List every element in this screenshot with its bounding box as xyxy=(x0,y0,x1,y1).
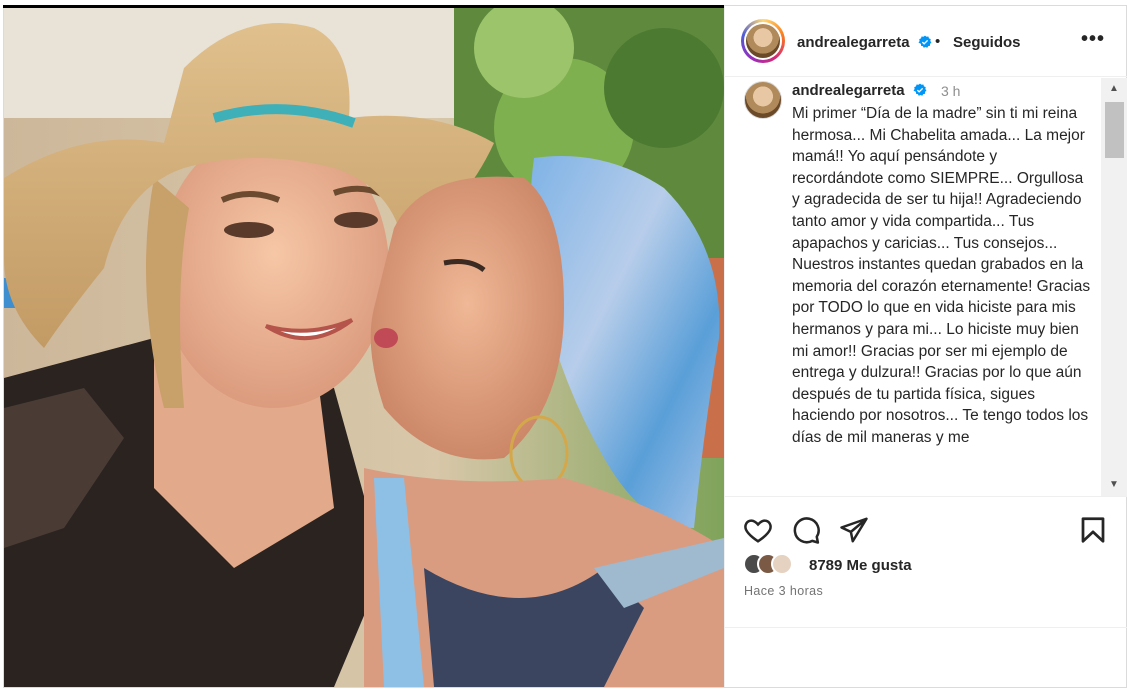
caption-scrollbar[interactable]: ▲ ▼ xyxy=(1101,78,1127,496)
verified-badge-icon xyxy=(913,83,927,96)
likes-label[interactable]: Me gusta xyxy=(847,557,912,574)
comment-area xyxy=(725,627,1127,687)
paper-plane-icon[interactable] xyxy=(839,515,869,545)
caption-username[interactable]: andrealegarreta xyxy=(792,82,927,99)
likes-count[interactable]: 8789 Me gusta xyxy=(809,557,912,574)
bookmark-icon[interactable] xyxy=(1078,515,1108,545)
scrollbar-thumb[interactable] xyxy=(1105,102,1124,158)
post-photo[interactable] xyxy=(4,8,724,687)
post-header: andrealegarreta • Seguidos ••• xyxy=(725,6,1127,77)
likes-number[interactable]: 8789 xyxy=(809,557,842,574)
avatar xyxy=(746,24,780,58)
header-separator: • xyxy=(935,33,941,50)
post-sidebar: andrealegarreta • Seguidos ••• andrealeg… xyxy=(724,6,1127,687)
avatar-frame xyxy=(744,22,782,60)
caption-section: andrealegarreta 3 h Mi primer “Día de la… xyxy=(725,78,1127,496)
avatar xyxy=(771,553,793,575)
post-actions: 8789 Me gusta Hace 3 horas xyxy=(725,496,1127,686)
comment-bubble-icon[interactable] xyxy=(791,515,821,545)
verified-badge-icon xyxy=(918,35,932,48)
liker-avatars[interactable] xyxy=(743,553,813,579)
photo-illustration xyxy=(4,8,724,687)
following-button[interactable]: Seguidos xyxy=(953,34,1021,51)
caption-text: Mi primer “Día de la madre” sin ti mi re… xyxy=(792,105,1091,446)
caption-avatar[interactable] xyxy=(744,81,782,119)
caption-username-text[interactable]: andrealegarreta xyxy=(792,82,905,99)
story-ring[interactable] xyxy=(741,19,785,63)
posted-timestamp: Hace 3 horas xyxy=(744,584,824,598)
header-username-text[interactable]: andrealegarreta xyxy=(797,34,910,51)
header-username[interactable]: andrealegarreta xyxy=(797,34,932,51)
scroll-up-arrow-icon[interactable]: ▲ xyxy=(1101,78,1127,100)
caption-time: 3 h xyxy=(941,83,961,99)
scroll-down-arrow-icon[interactable]: ▼ xyxy=(1101,474,1127,496)
more-dots-icon[interactable]: ••• xyxy=(1081,28,1105,51)
heart-icon[interactable] xyxy=(743,515,773,545)
